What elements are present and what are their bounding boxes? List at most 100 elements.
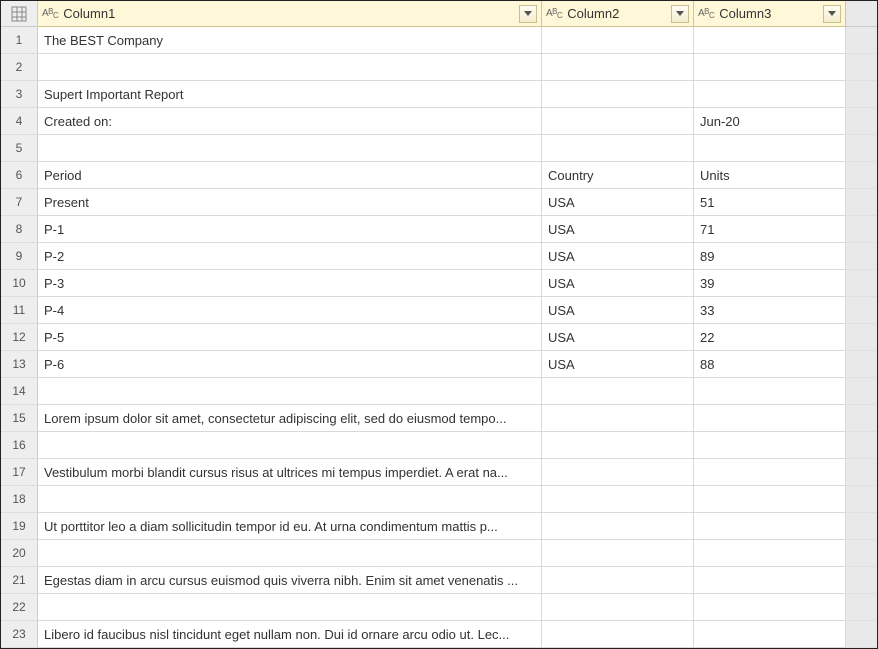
cell-column2[interactable]: [542, 81, 694, 108]
cell-column1[interactable]: Present: [38, 189, 542, 216]
cell-column2[interactable]: [542, 27, 694, 54]
row-number[interactable]: 17: [1, 459, 38, 486]
cell-column3[interactable]: [694, 135, 846, 162]
table-row[interactable]: 11P-4USA33: [1, 297, 877, 324]
column-header-column2[interactable]: ABC Column2: [542, 1, 694, 27]
cell-column2[interactable]: USA: [542, 297, 694, 324]
table-row[interactable]: 7PresentUSA51: [1, 189, 877, 216]
table-row[interactable]: 10P-3USA39: [1, 270, 877, 297]
cell-column2[interactable]: USA: [542, 324, 694, 351]
select-all-corner[interactable]: [1, 1, 38, 27]
cell-column1[interactable]: [38, 135, 542, 162]
table-row[interactable]: 14: [1, 378, 877, 405]
row-number[interactable]: 10: [1, 270, 38, 297]
cell-column2[interactable]: [542, 135, 694, 162]
row-number[interactable]: 9: [1, 243, 38, 270]
table-row[interactable]: 17Vestibulum morbi blandit cursus risus …: [1, 459, 877, 486]
row-number[interactable]: 4: [1, 108, 38, 135]
table-row[interactable]: 8P-1USA71: [1, 216, 877, 243]
cell-column3[interactable]: 89: [694, 243, 846, 270]
table-row[interactable]: 2: [1, 54, 877, 81]
cell-column3[interactable]: [694, 621, 846, 648]
table-row[interactable]: 20: [1, 540, 877, 567]
row-number[interactable]: 2: [1, 54, 38, 81]
cell-column1[interactable]: P-3: [38, 270, 542, 297]
table-row[interactable]: 19Ut porttitor leo a diam sollicitudin t…: [1, 513, 877, 540]
cell-column1[interactable]: Libero id faucibus nisl tincidunt eget n…: [38, 621, 542, 648]
cell-column2[interactable]: USA: [542, 270, 694, 297]
cell-column3[interactable]: [694, 486, 846, 513]
cell-column1[interactable]: [38, 54, 542, 81]
cell-column2[interactable]: [542, 378, 694, 405]
cell-column1[interactable]: P-4: [38, 297, 542, 324]
table-row[interactable]: 22: [1, 594, 877, 621]
cell-column1[interactable]: [38, 540, 542, 567]
filter-dropdown-button[interactable]: [823, 5, 841, 23]
cell-column3[interactable]: 51: [694, 189, 846, 216]
table-row[interactable]: 13P-6USA88: [1, 351, 877, 378]
table-row[interactable]: 16: [1, 432, 877, 459]
cell-column3[interactable]: Jun-20: [694, 108, 846, 135]
cell-column2[interactable]: USA: [542, 243, 694, 270]
cell-column3[interactable]: 22: [694, 324, 846, 351]
row-number[interactable]: 11: [1, 297, 38, 324]
table-row[interactable]: 21Egestas diam in arcu cursus euismod qu…: [1, 567, 877, 594]
table-row[interactable]: 9P-2USA89: [1, 243, 877, 270]
cell-column3[interactable]: [694, 27, 846, 54]
cell-column1[interactable]: Supert Important Report: [38, 81, 542, 108]
table-row[interactable]: 6PeriodCountryUnits: [1, 162, 877, 189]
table-row[interactable]: 18: [1, 486, 877, 513]
cell-column1[interactable]: Period: [38, 162, 542, 189]
cell-column1[interactable]: The BEST Company: [38, 27, 542, 54]
cell-column2[interactable]: [542, 459, 694, 486]
table-row[interactable]: 3Supert Important Report: [1, 81, 877, 108]
cell-column1[interactable]: [38, 378, 542, 405]
column-header-column1[interactable]: ABC Column1: [38, 1, 542, 27]
row-number[interactable]: 6: [1, 162, 38, 189]
cell-column3[interactable]: Units: [694, 162, 846, 189]
cell-column2[interactable]: [542, 513, 694, 540]
cell-column1[interactable]: P-5: [38, 324, 542, 351]
cell-column3[interactable]: [694, 567, 846, 594]
cell-column1[interactable]: [38, 486, 542, 513]
row-number[interactable]: 14: [1, 378, 38, 405]
cell-column3[interactable]: [694, 432, 846, 459]
row-number[interactable]: 19: [1, 513, 38, 540]
row-number[interactable]: 15: [1, 405, 38, 432]
cell-column2[interactable]: [542, 486, 694, 513]
cell-column2[interactable]: [542, 108, 694, 135]
cell-column1[interactable]: [38, 432, 542, 459]
cell-column3[interactable]: [694, 513, 846, 540]
row-number[interactable]: 22: [1, 594, 38, 621]
cell-column3[interactable]: 71: [694, 216, 846, 243]
cell-column3[interactable]: [694, 459, 846, 486]
cell-column3[interactable]: [694, 594, 846, 621]
filter-dropdown-button[interactable]: [671, 5, 689, 23]
row-number[interactable]: 20: [1, 540, 38, 567]
table-row[interactable]: 1The BEST Company: [1, 27, 877, 54]
cell-column1[interactable]: P-2: [38, 243, 542, 270]
cell-column3[interactable]: [694, 81, 846, 108]
row-number[interactable]: 13: [1, 351, 38, 378]
cell-column1[interactable]: [38, 594, 542, 621]
cell-column1[interactable]: Lorem ipsum dolor sit amet, consectetur …: [38, 405, 542, 432]
cell-column2[interactable]: [542, 540, 694, 567]
cell-column3[interactable]: [694, 54, 846, 81]
cell-column2[interactable]: [542, 54, 694, 81]
cell-column1[interactable]: P-1: [38, 216, 542, 243]
cell-column1[interactable]: Created on:: [38, 108, 542, 135]
cell-column3[interactable]: [694, 540, 846, 567]
row-number[interactable]: 18: [1, 486, 38, 513]
row-number[interactable]: 23: [1, 621, 38, 648]
cell-column2[interactable]: USA: [542, 216, 694, 243]
table-row[interactable]: 15Lorem ipsum dolor sit amet, consectetu…: [1, 405, 877, 432]
cell-column2[interactable]: USA: [542, 189, 694, 216]
cell-column1[interactable]: Egestas diam in arcu cursus euismod quis…: [38, 567, 542, 594]
cell-column2[interactable]: Country: [542, 162, 694, 189]
filter-dropdown-button[interactable]: [519, 5, 537, 23]
row-number[interactable]: 16: [1, 432, 38, 459]
row-number[interactable]: 3: [1, 81, 38, 108]
cell-column3[interactable]: [694, 378, 846, 405]
cell-column3[interactable]: 88: [694, 351, 846, 378]
cell-column1[interactable]: P-6: [38, 351, 542, 378]
